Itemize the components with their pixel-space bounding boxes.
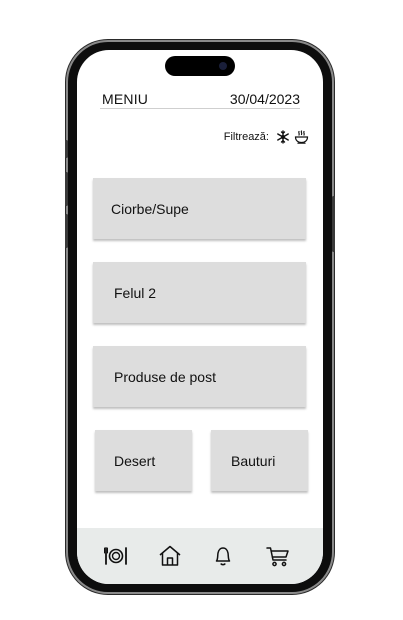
dynamic-island: [165, 56, 235, 76]
side-button: [332, 196, 335, 252]
category-button-produse-de-post[interactable]: Produse de post: [93, 346, 306, 407]
side-button: [65, 172, 68, 206]
bell-icon[interactable]: [210, 544, 236, 568]
menu-plate-icon[interactable]: [103, 544, 129, 568]
category-label: Desert: [114, 452, 156, 469]
category-label: Bauturi: [231, 452, 276, 469]
category-label: Produse de post: [114, 368, 216, 385]
side-button: [65, 140, 68, 158]
date-label: 30/04/2023: [229, 91, 300, 107]
home-icon[interactable]: [157, 544, 183, 568]
filter-label: Filtrează:: [223, 131, 269, 143]
category-label: Ciorbe/Supe: [111, 200, 189, 217]
cart-icon[interactable]: [265, 544, 291, 568]
hot-soup-icon[interactable]: [294, 130, 309, 144]
camera-icon: [219, 62, 227, 70]
snowflake-icon[interactable]: [276, 130, 290, 144]
page-header: MENIU 30/04/2023: [100, 90, 300, 109]
bottom-navigation: [77, 528, 323, 584]
category-button-ciorbe[interactable]: Ciorbe/Supe: [93, 178, 306, 239]
filter-bar: Filtrează:: [224, 130, 309, 144]
category-button-felul-2[interactable]: Felul 2: [93, 262, 306, 323]
category-button-bauturi[interactable]: Bauturi: [211, 430, 308, 491]
category-label: Felul 2: [114, 284, 157, 301]
app-screen: MENIU 30/04/2023 Filtrează: Ciorbe/Supe …: [77, 50, 323, 584]
category-button-desert[interactable]: Desert: [95, 430, 192, 491]
page-title: MENIU: [102, 91, 149, 107]
side-button: [65, 214, 68, 248]
